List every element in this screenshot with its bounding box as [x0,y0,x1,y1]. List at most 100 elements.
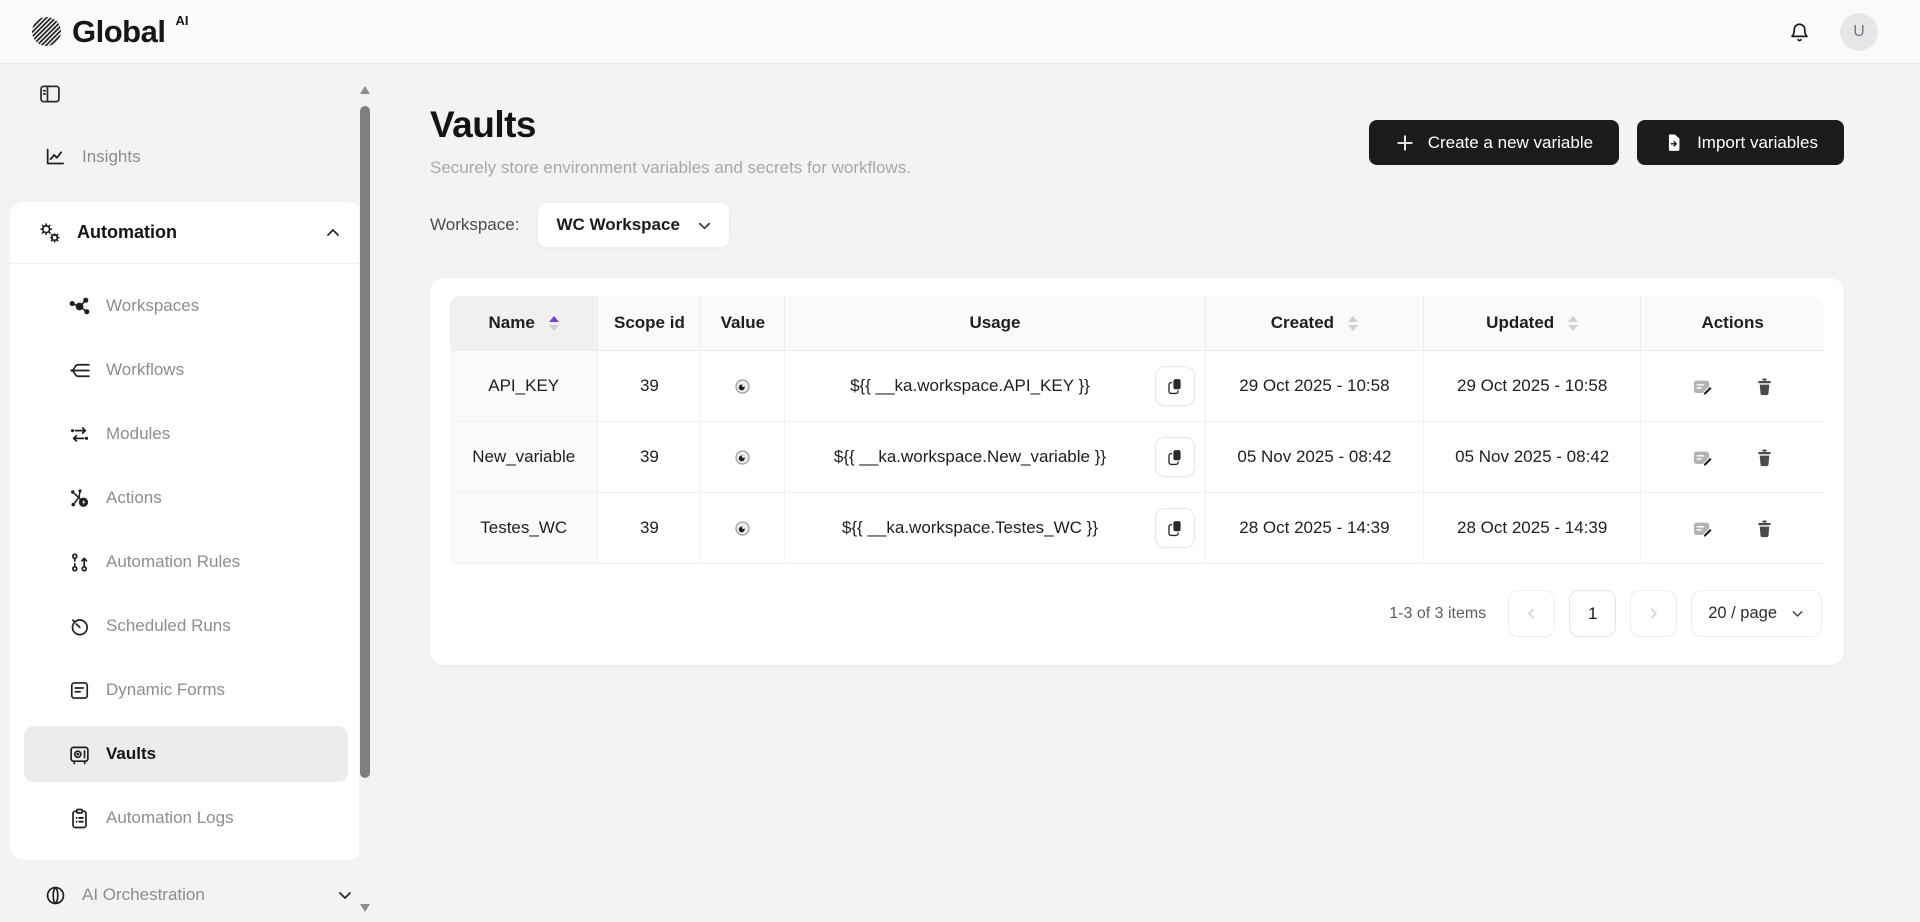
delete-variable-button[interactable] [1754,518,1775,539]
cell-name: Testes_WC [450,493,598,564]
scrollbar-thumb[interactable] [360,106,370,778]
eye-icon [732,376,753,397]
cell-updated: 28 Oct 2025 - 14:39 [1424,493,1641,564]
edit-icon [1691,446,1714,469]
cell-actions [1641,351,1824,422]
copy-usage-button[interactable] [1155,437,1195,477]
cell-updated: 05 Nov 2025 - 08:42 [1424,422,1641,493]
bell-icon [1787,19,1812,44]
chevron-down-icon [1790,606,1805,621]
vaults-table-card: Name Scope id Value Usage Created [430,278,1844,665]
scrollbar-down-arrow-icon[interactable] [360,904,370,912]
cell-actions [1641,422,1824,493]
notifications-button[interactable] [1787,19,1812,44]
edit-icon [1691,517,1714,540]
form-document-icon [68,679,91,702]
sidebar-item-ai-orchestration[interactable]: AI Orchestration [0,874,372,916]
import-variables-label: Import variables [1697,133,1818,153]
sidebar-item-modules[interactable]: Modules [24,406,348,462]
timer-icon [68,615,91,638]
sidebar-scrollbar[interactable] [359,64,372,922]
edit-variable-button[interactable] [1691,517,1714,540]
sidebar-item-insights[interactable]: Insights [0,136,372,178]
sidebar-nav: Insights Automation [0,136,372,916]
sidebar-item-label: Insights [82,147,141,167]
workspace-selected-value: WC Workspace [556,215,679,235]
copy-usage-button[interactable] [1155,366,1195,406]
user-avatar[interactable]: U [1840,13,1878,51]
sidebar-item-label: Automation Logs [106,808,234,828]
cell-name: API_KEY [450,351,598,422]
chevron-down-icon [336,886,354,904]
cell-created: 28 Oct 2025 - 14:39 [1206,493,1424,564]
sidebar-item-automation-rules[interactable]: Automation Rules [24,534,348,590]
sidebar-collapse-button[interactable] [38,82,62,106]
cell-value [701,422,785,493]
edit-variable-button[interactable] [1691,375,1714,398]
cell-scope-id: 39 [598,422,701,493]
chevron-right-icon [1646,606,1661,621]
eye-icon [732,518,753,539]
sidebar-item-label: Actions [106,488,162,508]
sidebar-item-label: Scheduled Runs [106,616,231,636]
sidebar-item-automation-logs[interactable]: Automation Logs [24,790,348,846]
sort-icon [549,316,559,331]
sidebar-item-actions[interactable]: Actions [24,470,348,526]
gears-icon [38,221,62,245]
sidebar-item-workflows[interactable]: Workflows [24,342,348,398]
cell-usage: ${{ __ka.workspace.API_KEY }} [785,351,1205,422]
sidebar-item-label: AI Orchestration [82,885,205,905]
pagination-prev-button[interactable] [1508,590,1555,637]
trash-icon [1754,376,1775,397]
edit-variable-button[interactable] [1691,446,1714,469]
copy-icon [1165,518,1185,538]
sidebar-item-label: Vaults [106,744,156,764]
logo: Global AI [30,15,187,48]
sidebar-item-label: Dynamic Forms [106,680,225,700]
sidebar-item-automation[interactable]: Automation [10,202,362,264]
page-size-select[interactable]: 20 / page [1691,590,1822,637]
rules-branch-icon [68,551,91,574]
pagination: 1-3 of 3 items 1 20 / page [450,590,1824,637]
delete-variable-button[interactable] [1754,376,1775,397]
scrollbar-up-arrow-icon[interactable] [360,86,370,94]
reveal-value-button[interactable] [732,376,753,397]
page-title: Vaults [430,104,911,146]
usage-expression: ${{ __ka.workspace.API_KEY }} [850,376,1090,395]
column-header-scope-id: Scope id [598,296,701,351]
import-variables-button[interactable]: Import variables [1637,120,1844,165]
pagination-summary: 1-3 of 3 items [1389,605,1486,623]
create-variable-button[interactable]: Create a new variable [1369,120,1619,165]
sidebar-item-dynamic-forms[interactable]: Dynamic Forms [24,662,348,718]
table-row: New_variable 39 ${{ __ka.workspace.New_v… [450,422,1824,493]
sidebar-item-workspaces[interactable]: Workspaces [24,278,348,334]
workspace-select[interactable]: WC Workspace [537,202,729,248]
cell-value [701,493,785,564]
column-header-usage: Usage [785,296,1205,351]
clipboard-logs-icon [68,807,91,830]
sidebar-item-vaults[interactable]: Vaults [24,726,348,782]
pagination-next-button[interactable] [1630,590,1677,637]
column-header-value: Value [701,296,785,351]
column-header-name[interactable]: Name [450,296,598,351]
column-header-updated[interactable]: Updated [1424,296,1641,351]
cell-updated: 29 Oct 2025 - 10:58 [1424,351,1641,422]
workspace-label: Workspace: [430,215,519,235]
vault-safe-icon [68,743,91,766]
cell-scope-id: 39 [598,351,701,422]
brand-suffix: AI [175,13,188,28]
column-header-created[interactable]: Created [1206,296,1424,351]
sidebar-item-scheduled-runs[interactable]: Scheduled Runs [24,598,348,654]
sidebar-item-label: Workflows [106,360,184,380]
delete-variable-button[interactable] [1754,447,1775,468]
sort-icon [1348,316,1358,331]
reveal-value-button[interactable] [732,447,753,468]
reveal-value-button[interactable] [732,518,753,539]
cell-created: 29 Oct 2025 - 10:58 [1206,351,1424,422]
copy-usage-button[interactable] [1155,508,1195,548]
table-row: API_KEY 39 ${{ __ka.workspace.API_KEY }} [450,351,1824,422]
chevron-left-icon [1524,606,1539,621]
pagination-page-1-button[interactable]: 1 [1569,590,1616,637]
ai-orchestration-icon [44,884,67,907]
avatar-initial: U [1853,23,1865,41]
